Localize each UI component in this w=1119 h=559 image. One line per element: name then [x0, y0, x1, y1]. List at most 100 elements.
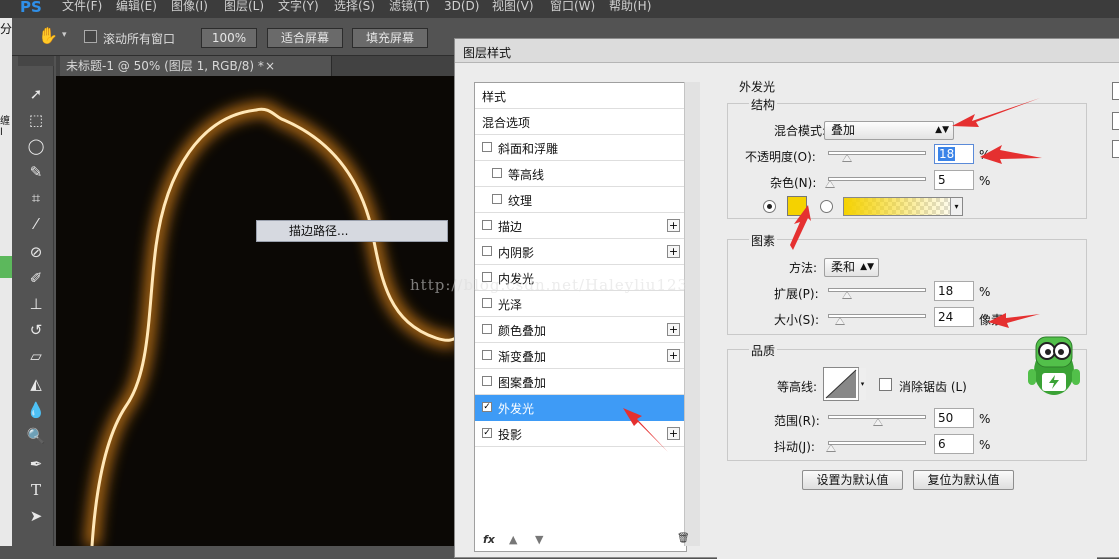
noise-input[interactable]: 5 — [934, 170, 974, 190]
document-tab[interactable]: 未标题-1 @ 50% (图层 1, RGB/8) * × — [60, 56, 332, 76]
style-checkbox[interactable] — [482, 220, 492, 230]
move-tool-icon[interactable]: ➚ — [24, 82, 48, 106]
style-checkbox-checked[interactable]: ✓ — [482, 402, 492, 412]
style-checkbox[interactable] — [482, 376, 492, 386]
new-style-button[interactable] — [1112, 140, 1119, 158]
marquee-tool-icon[interactable]: ⬚ — [24, 108, 48, 132]
pen-tool-icon[interactable]: ✒ — [24, 452, 48, 476]
quick-select-tool-icon[interactable]: ✎ — [24, 160, 48, 184]
context-menu-stroke-path[interactable]: 描边路径... — [256, 220, 448, 242]
blend-mode-select[interactable]: 叠加 ▲▼ — [824, 121, 954, 140]
opacity-input[interactable]: 18 — [934, 144, 974, 164]
lasso-tool-icon[interactable]: ◯ — [24, 134, 48, 158]
style-item-outer-glow[interactable]: ✓ 外发光 — [475, 395, 686, 421]
jitter-slider[interactable] — [826, 441, 926, 452]
cancel-button[interactable] — [1112, 112, 1119, 130]
eraser-tool-icon[interactable]: ▱ — [24, 344, 48, 368]
size-slider[interactable] — [828, 314, 926, 325]
clone-stamp-tool-icon[interactable]: ⊥ — [24, 292, 48, 316]
style-checkbox[interactable] — [482, 142, 492, 152]
menu-view[interactable]: 视图(V) — [492, 0, 534, 13]
move-down-icon[interactable]: ▼ — [535, 533, 543, 546]
spread-slider-thumb[interactable] — [842, 291, 852, 299]
dodge-tool-icon[interactable]: 🔍 — [24, 424, 48, 448]
style-item-color-overlay[interactable]: 颜色叠加 + — [475, 317, 686, 343]
menu-layer[interactable]: 图层(L) — [224, 0, 264, 13]
gradient-dropdown-icon[interactable]: ▾ — [950, 198, 962, 215]
style-checkbox[interactable] — [492, 168, 502, 178]
add-style-button[interactable]: + — [667, 219, 680, 232]
technique-select[interactable]: 柔和 ▲▼ — [824, 258, 879, 277]
noise-slider-thumb[interactable] — [825, 180, 835, 188]
add-style-button[interactable]: + — [667, 427, 680, 440]
fx-icon[interactable]: fx — [483, 533, 495, 546]
add-style-button[interactable]: + — [667, 245, 680, 258]
spread-input[interactable]: 18 — [934, 281, 974, 301]
jitter-input[interactable]: 6 — [934, 434, 974, 454]
gradient-radio[interactable] — [820, 200, 833, 213]
context-menu-item[interactable]: 描边路径... — [289, 224, 348, 238]
path-selection-tool-icon[interactable]: ➤ — [24, 504, 48, 528]
menu-window[interactable]: 窗口(W) — [550, 0, 595, 13]
trash-icon[interactable]: 🗑 — [677, 533, 690, 544]
menu-filter[interactable]: 滤镜(T) — [389, 0, 430, 13]
style-item-contour[interactable]: 等高线 — [475, 161, 686, 187]
style-item-satin[interactable]: 光泽 — [475, 291, 686, 317]
range-input[interactable]: 50 — [934, 408, 974, 428]
style-checkbox-checked[interactable]: ✓ — [482, 428, 492, 438]
add-style-button[interactable]: + — [667, 349, 680, 362]
opacity-slider[interactable] — [828, 151, 926, 162]
menu-type[interactable]: 文字(Y) — [278, 0, 319, 13]
anti-alias-checkbox[interactable] — [879, 378, 892, 391]
style-item-inner-shadow[interactable]: 内阴影 + — [475, 239, 686, 265]
zoom-100-button[interactable]: 100% — [201, 28, 257, 48]
style-item-styles[interactable]: 样式 — [475, 83, 686, 109]
style-checkbox[interactable] — [482, 324, 492, 334]
style-item-bevel-emboss[interactable]: 斜面和浮雕 — [475, 135, 686, 161]
range-slider-thumb[interactable] — [873, 418, 883, 426]
size-input[interactable]: 24 — [934, 307, 974, 327]
color-radio[interactable] — [763, 200, 776, 213]
contour-picker[interactable]: ▾ — [823, 367, 866, 401]
tool-preset-dropdown-icon[interactable]: ▾ — [62, 30, 67, 40]
style-item-texture[interactable]: 纹理 — [475, 187, 686, 213]
fill-screen-button[interactable]: 填充屏幕 — [352, 28, 428, 48]
crop-tool-icon[interactable]: ⌗ — [24, 186, 48, 210]
style-item-gradient-overlay[interactable]: 渐变叠加 + — [475, 343, 686, 369]
eyedropper-tool-icon[interactable]: ⁄ — [24, 212, 48, 236]
style-item-pattern-overlay[interactable]: 图案叠加 — [475, 369, 686, 395]
blur-tool-icon[interactable]: 💧 — [24, 398, 48, 422]
scroll-all-windows-checkbox[interactable] — [84, 30, 97, 43]
menu-help[interactable]: 帮助(H) — [609, 0, 651, 13]
history-brush-tool-icon[interactable]: ↺ — [24, 318, 48, 342]
style-checkbox[interactable] — [492, 194, 502, 204]
opacity-slider-thumb[interactable] — [842, 154, 852, 162]
spread-slider[interactable] — [828, 288, 926, 299]
jitter-slider-thumb[interactable] — [826, 444, 836, 452]
tools-panel-grip[interactable] — [18, 56, 54, 66]
reset-default-button[interactable]: 复位为默认值 — [913, 470, 1014, 490]
menu-select[interactable]: 选择(S) — [334, 0, 375, 13]
style-checkbox[interactable] — [482, 350, 492, 360]
paint-bucket-tool-icon[interactable]: ◭ — [24, 372, 48, 396]
style-item-drop-shadow[interactable]: ✓ 投影 + — [475, 421, 686, 447]
dialog-title-bar[interactable]: 图层样式 — [455, 39, 1119, 63]
menu-file[interactable]: 文件(F) — [62, 0, 102, 13]
style-list-scrollbar[interactable] — [684, 82, 700, 546]
fit-screen-button[interactable]: 适合屏幕 — [267, 28, 343, 48]
menu-image[interactable]: 图像(I) — [171, 0, 208, 13]
gradient-picker[interactable]: ▾ — [843, 197, 963, 216]
style-item-stroke[interactable]: 描边 + — [475, 213, 686, 239]
style-item-blending-options[interactable]: 混合选项 — [475, 109, 686, 135]
ok-button[interactable] — [1112, 82, 1119, 100]
size-slider-thumb[interactable] — [835, 317, 845, 325]
add-style-button[interactable]: + — [667, 323, 680, 336]
move-up-icon[interactable]: ▲ — [509, 533, 517, 546]
noise-slider[interactable] — [825, 177, 926, 188]
contour-dropdown-icon[interactable]: ▾ — [858, 368, 866, 400]
make-default-button[interactable]: 设置为默认值 — [802, 470, 903, 490]
menu-3d[interactable]: 3D(D) — [444, 0, 479, 13]
healing-brush-tool-icon[interactable]: ⊘ — [24, 240, 48, 264]
type-tool-icon[interactable]: T — [24, 478, 48, 502]
hand-tool-icon[interactable]: ✋ — [38, 26, 58, 45]
